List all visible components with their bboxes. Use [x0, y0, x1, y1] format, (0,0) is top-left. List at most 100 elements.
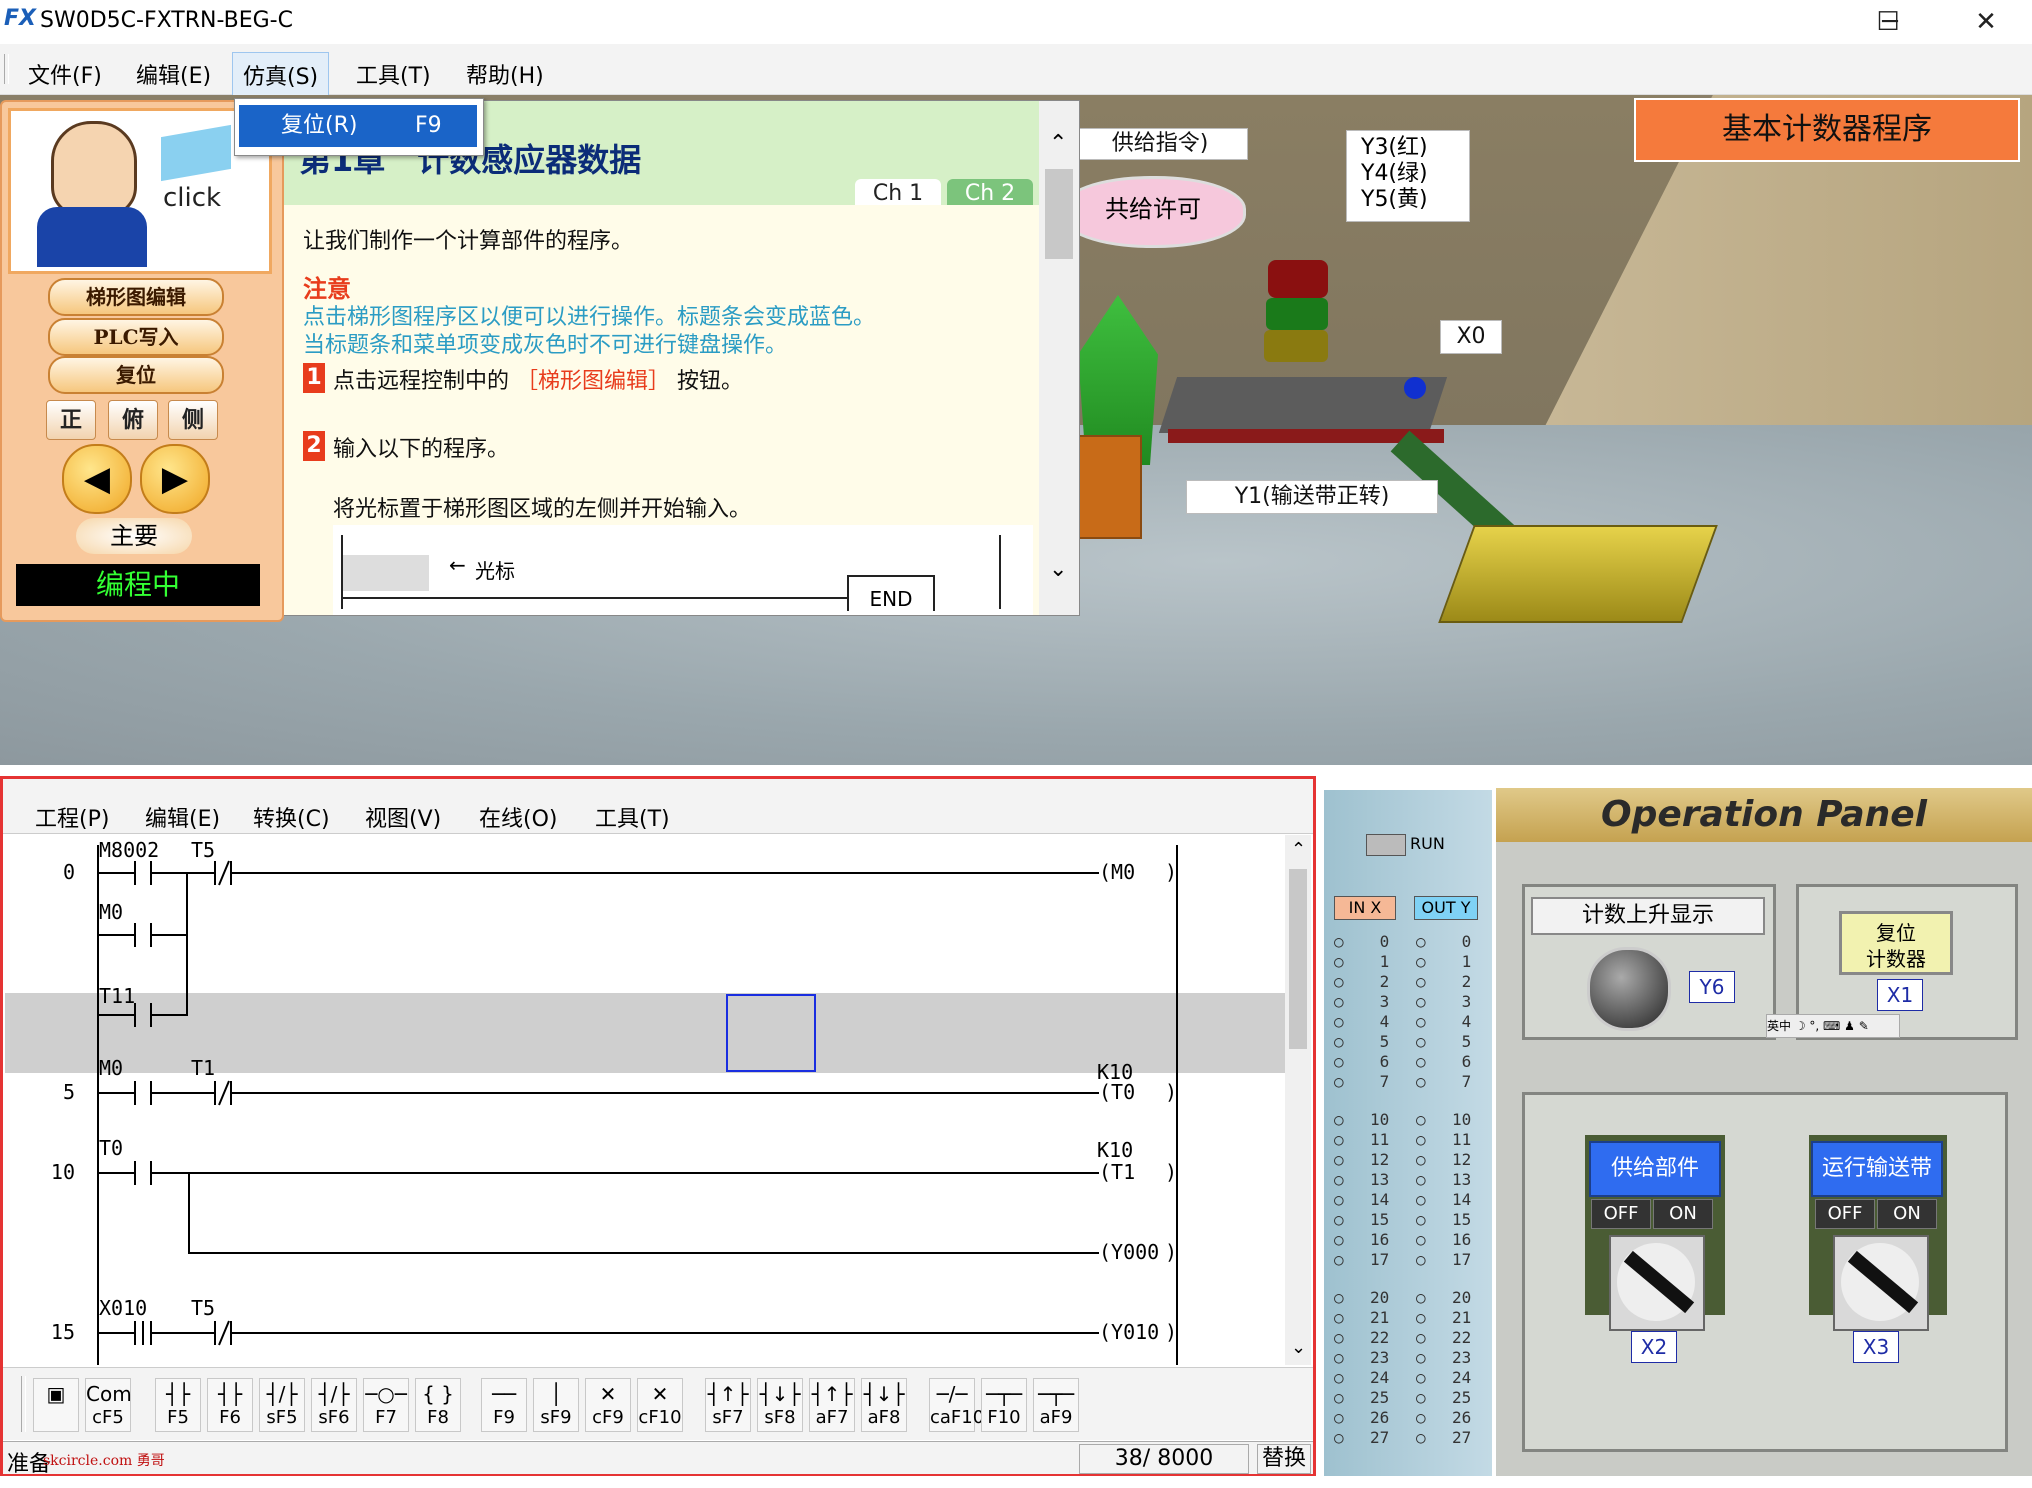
next-button[interactable]: ▶ — [140, 444, 210, 514]
toolbar-button-aF7[interactable]: ┤↑├ aF7 — [809, 1378, 855, 1432]
menu-file[interactable]: 文件(F) — [28, 58, 102, 90]
output-led-icon: ○ — [1416, 1190, 1426, 1209]
toolbar-button-entry[interactable]: ▣ — [33, 1378, 79, 1432]
output-number: 6 — [1461, 1052, 1472, 1071]
output-y-row: ○ 4 — [1416, 1012, 1471, 1031]
input-number: 17 — [1370, 1250, 1390, 1269]
toolbar-button-F5[interactable]: ┤├ F5 — [155, 1378, 201, 1432]
toolbar-key-label: sF9 — [540, 1407, 572, 1428]
ladder-editor-window[interactable]: 工程(P) 编辑(E) 转换(C) 视图(V) 在线(O) 工具(T) 0 M8… — [0, 776, 1316, 1477]
contact-label-m0-hold: M0 — [99, 900, 123, 924]
close-button[interactable]: ✕ — [1940, 0, 2032, 44]
menu-tools[interactable]: 工具(T) — [356, 58, 431, 90]
toolbar-button-sF6[interactable]: ┤/├ sF6 — [311, 1378, 357, 1432]
ladder-scrollbar[interactable]: ⌃ ⌄ — [1285, 835, 1311, 1365]
toolbar-button-cF5[interactable]: Com cF5 — [85, 1378, 132, 1432]
toolbar-button-sF5[interactable]: ┤/├ sF5 — [259, 1378, 305, 1432]
conveyor-rotary-switch[interactable] — [1833, 1235, 1929, 1331]
toolbar-button-aF9[interactable]: ─┬─ aF9 — [1033, 1378, 1079, 1432]
ladder-menu-edit[interactable]: 编辑(E) — [145, 801, 220, 833]
toolbar-button-F7[interactable]: ─○─ F7 — [363, 1378, 409, 1432]
dropdown-item-reset[interactable]: 复位(R) F9 — [239, 105, 477, 147]
menu-help[interactable]: 帮助(H) — [466, 58, 544, 90]
mini-cursor-box — [343, 555, 429, 591]
toolbar-button-cF9[interactable]: ✕ cF9 — [585, 1378, 631, 1432]
input-number: 11 — [1370, 1130, 1390, 1149]
input-x-row: ○ 26 — [1334, 1408, 1389, 1427]
output-y-row: ○ 27 — [1416, 1428, 1471, 1447]
ladder-scroll-down-icon[interactable]: ⌄ — [1291, 1337, 1306, 1358]
input-number: 23 — [1370, 1348, 1390, 1367]
side-view-button[interactable]: 侧 — [168, 400, 218, 440]
ladder-menu-tools[interactable]: 工具(T) — [595, 801, 670, 833]
front-view-button[interactable]: 正 — [46, 400, 96, 440]
plc-write-button[interactable]: PLC写入 — [48, 318, 224, 356]
input-x-row: ○ 10 — [1334, 1110, 1389, 1129]
toolbar-button-cF10[interactable]: ✕ cF10 — [637, 1378, 683, 1432]
output-led-icon: ○ — [1416, 1012, 1426, 1031]
toolbar-glyph-icon: ┤/├ — [266, 1382, 298, 1406]
maximize-icon: ☐ — [1876, 7, 1900, 37]
toolbar-button-aF8[interactable]: ┤↓├ aF8 — [861, 1378, 907, 1432]
toolbar-button-F9[interactable]: ── F9 — [481, 1378, 527, 1432]
scroll-down-icon[interactable]: ⌄ — [1049, 557, 1067, 582]
menu-simulation[interactable]: 仿真(S) — [232, 52, 330, 98]
toolbar-button-sF8[interactable]: ┤↓├ sF8 — [757, 1378, 803, 1432]
toolbar-button-caF10[interactable]: ─/─ caF10 — [929, 1378, 984, 1432]
input-number: 27 — [1370, 1428, 1390, 1447]
label-x0: X0 — [1440, 320, 1502, 354]
ladder-scroll-up-icon[interactable]: ⌃ — [1291, 839, 1306, 860]
ladder-menu-project[interactable]: 工程(P) — [35, 801, 109, 833]
toolbar-glyph-icon: ┤↓├ — [863, 1382, 905, 1406]
prev-button[interactable]: ◀ — [62, 444, 132, 514]
toolbar-button-F8[interactable]: { } F8 — [415, 1378, 461, 1432]
toolbar-button-sF7[interactable]: ┤↑├ sF7 — [705, 1378, 751, 1432]
output-led-icon: ○ — [1416, 932, 1426, 951]
supply-rotary-switch[interactable] — [1609, 1235, 1705, 1331]
reset-button[interactable]: 复位 — [48, 356, 224, 394]
ladder-menu-convert[interactable]: 转换(C) — [253, 801, 330, 833]
supply-box — [1078, 435, 1142, 539]
output-led-icon: ○ — [1416, 1210, 1426, 1229]
tutor-avatar[interactable]: click — [8, 108, 272, 274]
toolbar-glyph-icon: ✕ — [599, 1382, 617, 1406]
input-number: 12 — [1370, 1150, 1390, 1169]
menu-edit[interactable]: 编辑(E) — [136, 58, 211, 90]
output-number: 20 — [1452, 1288, 1472, 1307]
ladder-diagram[interactable]: 0 M8002 T5 (M0 ) M0 T11 5 M0 T1 K10 (T0 … — [5, 835, 1285, 1365]
toolbar-button-F10[interactable]: ─┬─ F10 — [981, 1378, 1027, 1432]
input-led-icon: ○ — [1334, 1190, 1344, 1209]
lesson-scroll-thumb[interactable] — [1045, 169, 1073, 259]
coil-t1-end: ) — [1165, 1160, 1177, 1184]
ladder-toolbar: ▣ Com cF5 ┤├ F5 ┤├ F6 ┤/├ sF5 ┤/├ sF6 ─○─ F7{ } F8 ── F… — [3, 1367, 1313, 1440]
lesson-scrollbar[interactable]: ⌃ ⌄ — [1039, 101, 1079, 615]
mini-cursor-label: 光标 — [475, 559, 515, 583]
output-number: 10 — [1452, 1110, 1472, 1129]
ladder-menu-online[interactable]: 在线(O) — [479, 801, 557, 833]
output-number: 26 — [1452, 1408, 1472, 1427]
ladder-menu-view[interactable]: 视图(V) — [365, 801, 441, 833]
ladder-scroll-thumb[interactable] — [1289, 869, 1307, 1049]
output-led-icon: ○ — [1416, 1150, 1426, 1169]
input-x-row: ○ 2 — [1334, 972, 1389, 991]
input-x-row: ○ 4 — [1334, 1012, 1389, 1031]
output-led-icon: ○ — [1416, 1408, 1426, 1427]
input-number: 21 — [1370, 1308, 1390, 1327]
input-x-row: ○ 14 — [1334, 1190, 1389, 1209]
ladder-edit-button[interactable]: 梯形图编辑 — [48, 278, 224, 316]
toolbar-button-sF9[interactable]: │ sF9 — [533, 1378, 579, 1432]
ladder-status-bar: 准备 skcircle.com 勇哥 38/ 8000 替换 — [3, 1441, 1313, 1477]
top-view-button[interactable]: 俯 — [108, 400, 158, 440]
output-led-icon: ○ — [1416, 1170, 1426, 1189]
ladder-canvas[interactable]: 0 M8002 T5 (M0 ) M0 T11 5 M0 T1 K10 (T0 … — [5, 835, 1285, 1365]
scroll-up-icon[interactable]: ⌃ — [1049, 131, 1067, 156]
status-step-count: 38/ 8000 — [1079, 1444, 1249, 1474]
ime-toolbar[interactable]: 英中 ☽ °, ⌨ ♟ ✎ — [1766, 1014, 1900, 1038]
input-led-icon: ○ — [1334, 1408, 1344, 1427]
main-button[interactable]: 主要 — [76, 518, 192, 554]
toolbar-key-label: aF8 — [867, 1407, 901, 1428]
toolbar-key-label: F7 — [375, 1407, 397, 1428]
reset-counter-button[interactable]: 复位 计数器 — [1839, 911, 1953, 975]
input-x-row: ○ 5 — [1334, 1032, 1389, 1051]
toolbar-button-F6[interactable]: ┤├ F6 — [207, 1378, 253, 1432]
